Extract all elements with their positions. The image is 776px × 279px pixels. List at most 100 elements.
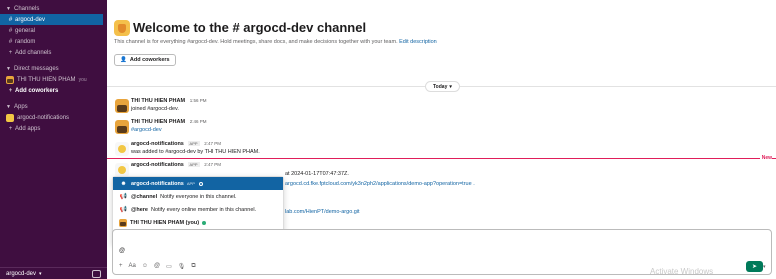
plus-icon[interactable]: + [119,263,123,270]
mention-label: argocd-notifications [131,180,184,187]
mention-option[interactable]: ☻ argocd-notifications APP [113,177,283,190]
avatar[interactable] [115,120,129,134]
sidebar-item-label: general [15,27,36,34]
new-label: New [759,155,772,161]
sidebar-item-label: argocd-dev [15,16,46,23]
message-author[interactable]: THI THU HIEN PHAM [131,119,185,125]
message-text: was added to #argocd-dev by THI THU HIEN… [131,149,260,155]
bot-avatar[interactable] [115,142,129,156]
app-label: argocd-notifications [17,114,70,121]
message-text-timestamp: at 2024-01-17T07:47:37Z. [285,171,349,177]
workspace-switcher[interactable]: argocd-dev ▾ [0,267,107,279]
bot-icon [6,113,14,122]
mention-option[interactable]: 📢 @channel Notify everyone in this chann… [113,190,283,203]
add-apps-button[interactable]: + Add apps [0,123,107,134]
add-coworkers-label: Add coworkers [15,87,59,94]
message-time[interactable]: 2:46 PM [190,119,207,124]
add-apps-label: Add apps [15,125,41,132]
hash-icon: # [8,38,13,45]
video-icon[interactable]: ▭ [166,263,172,270]
channel-emoji-icon [114,20,130,36]
app-badge: APP [186,181,195,186]
add-channels-label: Add channels [15,49,52,56]
mention-desc: Notify everyone in this channel. [160,193,237,200]
message-time[interactable]: 2:47 PM [204,141,221,146]
day-label: Today [433,83,448,90]
mention-option[interactable]: THI THU HIEN PHAM (you) [113,216,283,229]
sidebar-item-general[interactable]: # general [0,25,107,36]
message-author[interactable]: THI THU HIEN PHAM [131,98,185,104]
sidebar-item-app[interactable]: argocd-notifications [0,112,107,123]
avatar [6,75,14,84]
mention-label: THI THU HIEN PHAM (you) [130,219,200,226]
shortcut-icon[interactable]: ⧉ [191,263,195,270]
message-author[interactable]: argocd-notifications [131,162,184,168]
sidebar-item-dm-self[interactable]: THI THU HIEN PHAM you [0,74,107,85]
message-time[interactable]: 1:56 PM [190,98,207,103]
send-icon: ➤ [751,264,758,270]
dm-user-label: THI THU HIEN PHAM [17,76,76,83]
new-messages-divider [107,158,776,159]
apps-header-label: Apps [14,103,28,110]
bot-avatar[interactable] [115,163,129,177]
channel-link[interactable]: #argocd-dev [131,127,207,133]
bot-icon: ☻ [120,180,127,187]
emoji-icon[interactable]: ☺ [142,263,148,270]
caret-down-icon: ▼ [6,103,11,110]
send-button[interactable]: ➤ [746,261,763,272]
message-author[interactable]: argocd-notifications [131,141,184,147]
app-url-link[interactable]: argocd.cd.fke.fptcloud.com/yk3n2ph2/appl… [285,181,475,187]
hash-icon: # [8,27,13,34]
mention-option[interactable]: 📢 @here Notify every online member in th… [113,203,283,216]
online-status-icon [202,220,207,225]
caret-down-icon: ▼ [6,5,11,12]
message-text: joined #argocd-dev. [131,106,179,112]
megaphone-icon: 📢 [119,194,128,200]
page-title: Welcome to the # argocd-dev channel [133,20,367,35]
app-badge: APP [187,162,200,167]
mention-label: @here [131,206,148,213]
day-divider[interactable]: Today ▾ [425,81,460,92]
apps-section-header[interactable]: ▼ Apps [0,101,107,112]
add-coworkers-sidebar-button[interactable]: + Add coworkers [0,85,107,96]
composer-toolbar: + Aa ☺ @ ▭ 🎙 ⧉ [119,263,196,270]
mention-desc: Notify every online member in this chann… [150,206,257,213]
mention-label: @channel [131,193,158,200]
message-input[interactable]: @ [119,248,125,254]
sidebar-item-argocd-dev[interactable]: # argocd-dev [0,14,103,25]
message-time[interactable]: 2:47 PM [204,162,221,167]
channels-section-header[interactable]: ▼ Channels [0,3,107,14]
add-coworkers-button-label: Add coworkers [129,57,170,63]
megaphone-icon: 📢 [119,207,128,213]
channel-description: This channel is for everything #argocd-d… [114,39,437,45]
dm-section-header[interactable]: ▼ Direct messages [0,63,107,74]
sidebar-item-label: random [15,38,36,45]
repo-url-link[interactable]: lab.com/HienPT/demo-argo.git [285,209,360,215]
status-icon [198,181,203,186]
dm-header-label: Direct messages [14,65,59,72]
you-label: you [78,76,87,83]
plus-icon: + [8,49,13,56]
description-text: This channel is for everything #argocd-d… [114,39,398,45]
avatar[interactable] [115,99,129,113]
compose-icon[interactable] [92,270,101,278]
plus-icon: + [8,87,13,94]
plus-icon: + [8,125,13,132]
chevron-down-icon: ▾ [449,83,452,90]
channels-header-label: Channels [14,5,40,12]
caret-down-icon: ▼ [6,65,11,72]
app-badge: APP [187,141,200,146]
add-channels-button[interactable]: + Add channels [0,47,107,58]
windows-watermark: Activate Windows [650,267,714,276]
sidebar: ▼ Channels # argocd-dev # general # rand… [0,0,107,279]
avatar-icon [119,218,127,227]
sidebar-item-random[interactable]: # random [0,36,107,47]
add-person-icon: 👤 [120,57,127,63]
chevron-down-icon[interactable]: ▾ [763,261,769,272]
format-icon[interactable]: Aa [129,263,136,270]
at-icon[interactable]: @ [154,263,160,270]
hash-icon: # [8,16,13,23]
mic-icon[interactable]: 🎙 [178,263,186,270]
edit-description-link[interactable]: Edit description [399,39,437,45]
add-coworkers-button[interactable]: 👤 Add coworkers [114,54,176,66]
